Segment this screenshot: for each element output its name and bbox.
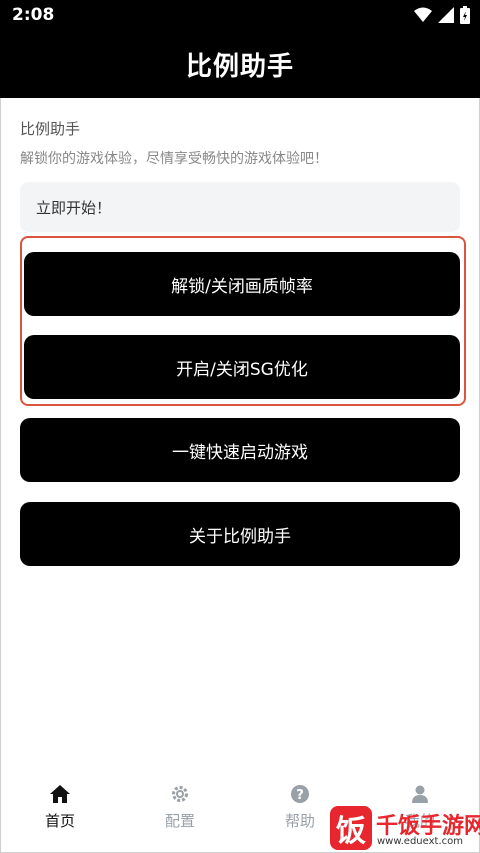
page-title: 比例助手 <box>185 51 294 82</box>
status-bar: 2:08 <box>0 0 480 30</box>
app-bar: 比例助手 <box>0 30 480 98</box>
unlock-framerate-label: 解锁/关闭画质帧率 <box>171 276 313 297</box>
quick-launch-button[interactable]: 一键快速启动游戏 <box>20 418 460 482</box>
watermark-logo-icon: 饭 <box>330 806 372 850</box>
status-icons <box>414 6 470 24</box>
tab-home-label: 首页 <box>44 812 75 830</box>
wifi-icon <box>414 7 432 22</box>
tab-home[interactable]: 首页 <box>0 778 120 838</box>
battery-icon <box>460 6 470 24</box>
tab-config-label: 配置 <box>164 812 195 830</box>
tab-config[interactable]: 配置 <box>120 778 240 838</box>
watermark-url: www.eduext.com <box>377 836 463 847</box>
status-time: 2:08 <box>12 5 55 25</box>
help-icon: ? <box>291 785 309 803</box>
site-watermark: 饭 千饭手游网 www.eduext.com <box>330 806 480 850</box>
svg-text:?: ? <box>296 788 304 803</box>
about-label: 关于比例助手 <box>189 526 291 547</box>
sg-optimize-label: 开启/关闭SG优化 <box>176 359 308 380</box>
tab-help-label: 帮助 <box>284 812 315 830</box>
gear-icon <box>172 786 188 802</box>
app-description: 解锁你的游戏体验，尽情享受畅快的游戏体验吧！ <box>20 151 328 167</box>
start-now-box[interactable]: 立即开始！ <box>20 182 460 232</box>
app-name-label: 比例助手 <box>20 120 81 138</box>
unlock-framerate-button[interactable]: 解锁/关闭画质帧率 <box>24 252 460 316</box>
signal-icon <box>438 7 454 23</box>
quick-launch-label: 一键快速启动游戏 <box>172 442 308 463</box>
start-now-label: 立即开始！ <box>36 198 112 217</box>
home-icon <box>50 785 70 803</box>
sg-optimize-button[interactable]: 开启/关闭SG优化 <box>24 335 460 399</box>
user-icon <box>412 785 428 803</box>
about-button[interactable]: 关于比例助手 <box>20 502 460 566</box>
